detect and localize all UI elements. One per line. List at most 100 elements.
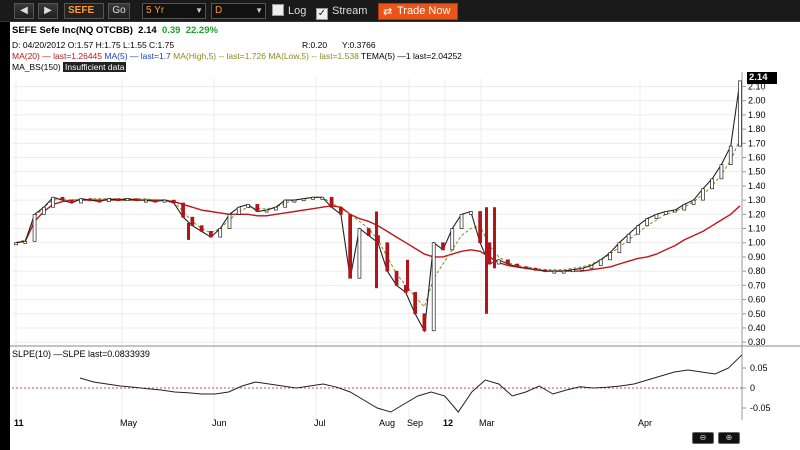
x-tick-label: Aug <box>379 418 395 428</box>
candle <box>274 206 278 211</box>
x-tick-label: May <box>120 418 138 428</box>
candle <box>543 269 547 273</box>
candle <box>673 209 677 213</box>
candle <box>209 231 213 238</box>
x-tick-label: Mar <box>479 418 495 428</box>
candle <box>348 213 353 279</box>
candle <box>431 242 436 332</box>
ma-bs-label: MA_BS(150) <box>12 62 61 72</box>
candle <box>106 198 111 202</box>
insufficient-data-label: Insufficient data <box>63 62 127 72</box>
candle <box>162 199 167 203</box>
x-tick-label: Sep <box>407 418 423 428</box>
candle <box>255 204 260 212</box>
candle <box>246 204 250 208</box>
y-tick-label: 1.70 <box>748 138 766 148</box>
candle <box>608 252 612 261</box>
price-line <box>15 80 741 333</box>
slpe-legend: SLPE(10) —SLPE last=0.0833939 <box>12 349 150 359</box>
candle <box>97 199 102 203</box>
ma5-legend: MA(5) — last=1.7 <box>104 51 171 61</box>
x-tick-label: 12 <box>443 418 453 428</box>
ticker-title: SEFE Sefe Inc(NQ OTCBB) <box>12 25 133 36</box>
candle <box>682 204 687 211</box>
candle <box>719 164 724 180</box>
sub-y-tick-label: 0.05 <box>750 363 768 373</box>
candle <box>571 269 575 273</box>
candle <box>394 270 399 286</box>
candle <box>533 267 538 271</box>
candle <box>552 270 557 274</box>
candle <box>125 198 130 202</box>
indicator-legend: MA(20) — last=1.26445 MA(5) — last=1.7 M… <box>12 51 462 61</box>
candle <box>69 199 74 204</box>
y-tick-label: 1.30 <box>748 195 766 205</box>
candle <box>487 242 492 265</box>
x-tick-label: 11 <box>14 418 24 428</box>
mahigh-legend: MA(High,5) -- last=1.726 <box>173 51 266 61</box>
last-price-tag: 2.14 <box>747 72 777 84</box>
tema-legend: TEMA(5) —1 last=2.04252 <box>361 51 462 61</box>
candle <box>524 266 529 270</box>
candle <box>710 178 715 190</box>
candle <box>264 209 269 213</box>
y-tick-label: 0.40 <box>748 323 766 333</box>
candle <box>171 199 176 204</box>
candle <box>478 211 482 244</box>
candle <box>450 228 455 251</box>
candle <box>459 213 464 229</box>
candle <box>199 225 204 232</box>
slpe-line <box>79 354 743 413</box>
candle <box>357 228 362 279</box>
candle <box>60 196 65 201</box>
candle <box>561 270 566 274</box>
sub-y-tick-label: -0.05 <box>750 403 771 413</box>
y-tick-label: 1.20 <box>748 209 766 219</box>
ohlc-values: D: 04/20/2012 O:1.57 H:1.75 L:1.55 C:1.7… <box>12 40 175 50</box>
x-tick-label: Apr <box>638 418 652 428</box>
candle <box>283 199 288 208</box>
chart-header: SEFE Sefe Inc(NQ OTCBB) 2.14 0.39 22.29% <box>12 26 218 36</box>
candle <box>227 213 232 229</box>
candle <box>190 216 195 227</box>
candle <box>301 198 306 202</box>
y-tick-label: 1.00 <box>748 238 766 248</box>
candle <box>181 202 185 218</box>
candle <box>329 196 334 208</box>
last-price: 2.14 <box>138 25 157 36</box>
y-tick-label: 0.60 <box>748 295 766 305</box>
y-tick-label: 1.60 <box>748 153 766 163</box>
y-tick-label: 1.80 <box>748 124 766 134</box>
candle <box>589 265 594 269</box>
y-tick-label: 0.50 <box>748 309 766 319</box>
zoom-in-button[interactable]: ⊕ <box>718 432 740 444</box>
candle <box>153 199 158 203</box>
candle <box>496 259 501 265</box>
ohlc-line: D: 04/20/2012 O:1.57 H:1.75 L:1.55 C:1.7… <box>12 40 376 50</box>
candle <box>320 196 325 200</box>
candle <box>41 206 46 215</box>
y-tick-label: 0.70 <box>748 280 766 290</box>
candle <box>515 263 520 268</box>
volume-spike-candle <box>485 207 488 314</box>
candle <box>144 199 148 203</box>
candle <box>654 213 659 219</box>
volume-spike-candle <box>493 207 496 269</box>
volume-spike-candle <box>406 259 409 292</box>
y-tick-label: 1.50 <box>748 167 766 177</box>
zoom-out-button[interactable]: ⊖ <box>692 432 714 444</box>
zoom-out-icon: ⊖ <box>699 433 707 442</box>
y-tick-label: 0.90 <box>748 252 766 262</box>
candle <box>134 198 139 202</box>
candle <box>617 242 622 254</box>
candle <box>292 199 297 203</box>
x-tick-label: Jun <box>212 418 227 428</box>
malow-legend: MA(Low,5) -- last=1.538 <box>268 51 359 61</box>
y-tick-label: 0.80 <box>748 266 766 276</box>
candle <box>441 242 445 251</box>
candle <box>728 145 733 165</box>
y-tick-label: 2.00 <box>748 96 766 106</box>
candle <box>218 228 223 238</box>
candle <box>422 313 427 332</box>
candle <box>14 242 18 246</box>
